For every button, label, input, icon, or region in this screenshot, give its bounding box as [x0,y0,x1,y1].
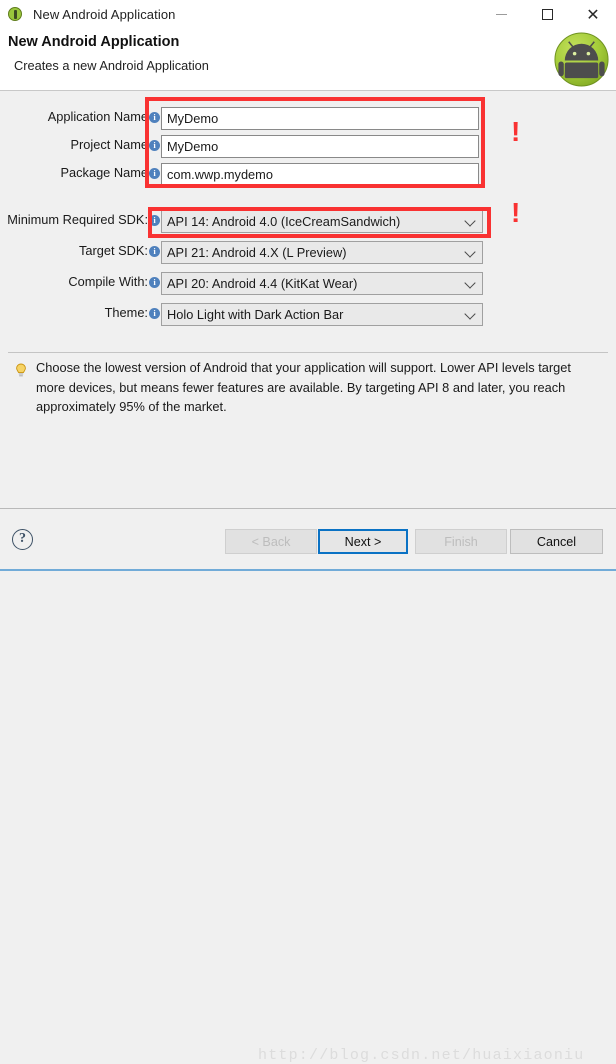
info-icon[interactable]: i [149,246,160,257]
chevron-down-icon [464,276,476,289]
field-row-package-name: Package Name i com.wwp.mydemo [0,163,616,187]
compile-with-value: API 20: Android 4.4 (KitKat Wear) [167,276,358,291]
info-icon[interactable]: i [149,140,160,151]
back-button[interactable]: < Back [225,529,317,554]
hint-text: Choose the lowest version of Android tha… [36,360,571,414]
form-area: Application Name i MyDemo Project Name i… [0,91,616,346]
label-compile-with: Compile With: [68,274,148,289]
info-icon[interactable]: i [149,308,160,319]
dialog-header: New Android Application Creates a new An… [0,29,616,91]
minimum-required-sdk-value: API 14: Android 4.0 (IceCreamSandwich) [167,214,401,229]
exclamation-marker: ! [511,197,521,228]
chevron-down-icon [464,214,476,227]
field-row-theme: Theme: i Holo Light with Dark Action Bar [0,303,616,327]
field-row-project-name: Project Name i MyDemo [0,135,616,159]
android-robot-logo [554,32,609,87]
maximize-button[interactable] [524,0,570,29]
label-project-name: Project Name [70,137,148,152]
package-name-input[interactable]: com.wwp.mydemo [161,163,479,186]
close-icon[interactable]: ✕ [570,0,616,29]
field-row-minimum-required-sdk: Minimum Required SDK: i API 14: Android … [0,210,616,234]
label-package-name: Package Name [60,165,149,180]
compile-with-select[interactable]: API 20: Android 4.4 (KitKat Wear) [161,272,483,295]
cancel-button[interactable]: Cancel [510,529,603,554]
window-title: New Android Application [33,7,176,22]
dialog-footer: ? < Back Next > Finish Cancel http://blo… [0,509,616,1064]
minimize-button[interactable] [478,0,524,29]
hint-divider [8,352,608,353]
chevron-down-icon [464,245,476,258]
window-controls: ✕ [478,0,616,29]
target-sdk-select[interactable]: API 21: Android 4.X (L Preview) [161,241,483,264]
field-row-application-name: Application Name i MyDemo [0,107,616,131]
android-app-icon [8,6,24,23]
info-icon[interactable]: i [149,215,160,226]
theme-value: Holo Light with Dark Action Bar [167,307,344,322]
lightbulb-icon [16,363,26,377]
minimum-required-sdk-select[interactable]: API 14: Android 4.0 (IceCreamSandwich) [161,210,483,233]
info-icon[interactable]: i [149,168,160,179]
label-theme: Theme: [104,305,148,320]
theme-select[interactable]: Holo Light with Dark Action Bar [161,303,483,326]
target-sdk-value: API 21: Android 4.X (L Preview) [167,245,347,260]
next-button[interactable]: Next > [318,529,408,554]
page-subtitle: Creates a new Android Application [14,58,209,73]
watermark: http://blog.csdn.net/huaixiaoniu [258,1047,585,1064]
finish-button[interactable]: Finish [415,529,507,554]
field-row-target-sdk: Target SDK: i API 21: Android 4.X (L Pre… [0,241,616,265]
chevron-down-icon [464,307,476,320]
label-application-name: Application Name [47,109,148,124]
exclamation-marker: ! [511,116,521,147]
info-icon[interactable]: i [149,112,160,123]
info-icon[interactable]: i [149,277,160,288]
label-target-sdk: Target SDK: [79,243,148,258]
application-name-input[interactable]: MyDemo [161,107,479,130]
project-name-input[interactable]: MyDemo [161,135,479,158]
field-row-compile-with: Compile With: i API 20: Android 4.4 (Kit… [0,272,616,296]
page-title: New Android Application [8,34,180,50]
window-titlebar: New Android Application ✕ [0,0,616,29]
label-minimum-required-sdk: Minimum Required SDK: [7,212,148,227]
help-icon[interactable]: ? [12,529,33,550]
